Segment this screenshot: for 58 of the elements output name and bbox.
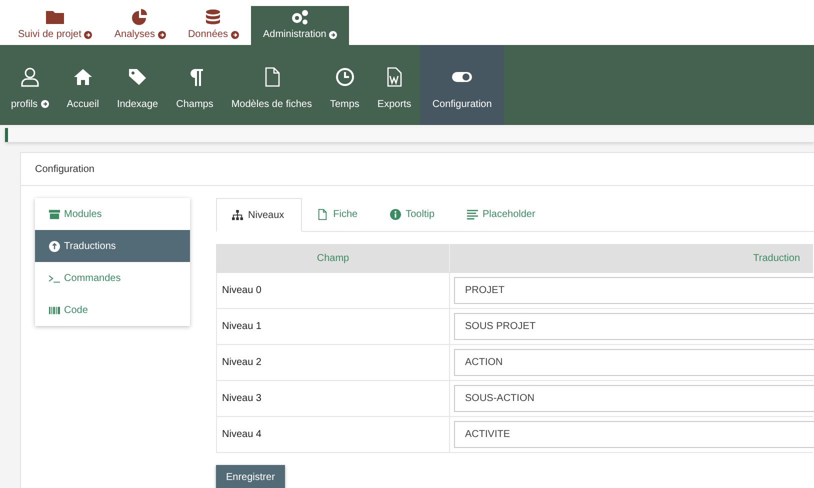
nav-item[interactable]: Accueil [58,45,108,125]
nav-item[interactable]: Configuration [420,45,504,125]
translation-field[interactable]: SOUS PROJET [454,313,814,340]
table-cell: Niveau 4 [216,416,450,452]
top-tab[interactable]: Analyses [104,6,176,45]
nav-item[interactable]: Champs [167,45,222,125]
nav-label: Configuration [432,98,492,110]
home-icon [72,66,93,86]
nav-label: Exports [377,98,412,110]
nav-item[interactable]: Modèles de fiches [222,45,321,125]
translation-field[interactable]: PROJET [454,277,814,304]
top-tab-label: Analyses [114,29,155,40]
nav-label: Champs [176,98,214,110]
save-button[interactable]: Enregistrer [216,465,285,488]
nav-item[interactable]: Exports [368,45,420,125]
lines-icon [466,209,478,220]
nav-label: Modèles de fiches [231,98,312,110]
top-tab-label: Administration [262,29,326,40]
top-tab[interactable]: Suivi de projet [8,6,102,45]
tab[interactable]: Fiche [302,198,375,231]
nav-label: Temps [330,98,360,110]
translation-field[interactable]: ACTIVITE [454,421,814,448]
folder-icon [45,9,66,25]
translation-field[interactable]: ACTION [454,349,814,376]
side-menu-item[interactable]: Code [35,294,190,326]
table-cell: Niveau 3 [216,380,450,416]
terminal-icon [49,272,60,284]
file-icon [317,209,328,220]
nav-item[interactable]: profils [2,45,58,125]
archive-icon [49,208,60,220]
table-cell: Niveau 1 [216,308,450,344]
sitemap-icon [232,210,243,220]
tags-icon [128,66,148,86]
tab[interactable]: Tooltip [374,198,452,231]
barcode-icon [49,304,60,316]
nav-item[interactable]: Temps [320,45,368,125]
nav-label: profils [11,98,38,110]
top-tab-label: Données [188,29,228,40]
tab[interactable]: Niveaux [216,198,302,232]
top-tab-label: Suivi de projet [18,29,82,40]
table-cell: Niveau 2 [216,344,450,380]
nav-item[interactable]: Indexage [108,45,168,125]
column-header: Champ [216,244,450,272]
tab[interactable]: Placeholder [452,198,552,231]
clock-icon [334,66,355,86]
side-menu-item[interactable]: Modules [35,198,190,230]
nav-label: Accueil [66,98,99,110]
user-icon [20,66,40,86]
info-icon [390,209,401,220]
table-cell: Niveau 0 [216,272,450,308]
translation-field[interactable]: SOUS-ACTION [454,385,814,412]
top-tab[interactable]: Données [178,6,249,45]
side-menu-item[interactable]: Traductions [35,230,190,262]
top-tab[interactable]: Administration [250,6,350,45]
side-menu-item[interactable]: Commandes [35,262,190,294]
nav-label: Indexage [116,98,158,110]
panel-title: Configuration [35,164,94,174]
column-header: Traduction [450,244,812,272]
